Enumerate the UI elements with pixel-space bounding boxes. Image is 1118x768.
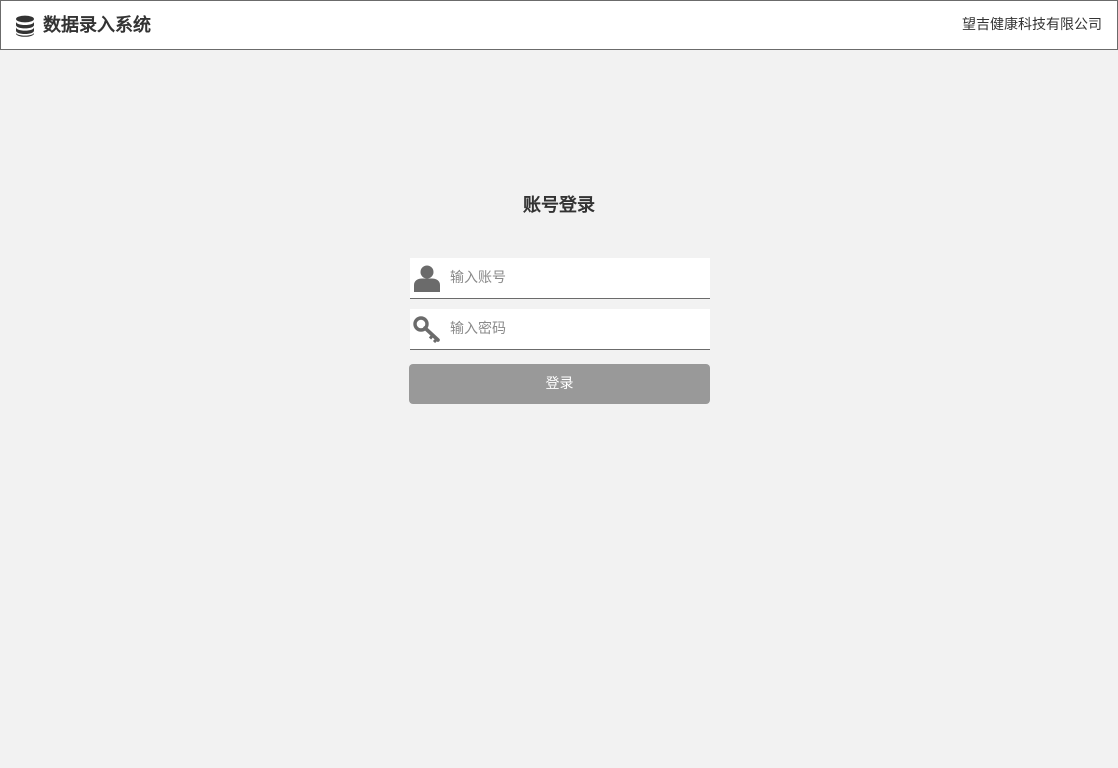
- login-title: 账号登录: [523, 195, 595, 216]
- password-field: [410, 309, 710, 350]
- password-input[interactable]: [450, 309, 705, 349]
- account-field: [410, 258, 710, 299]
- database-icon: [15, 15, 35, 37]
- app-title: 数据录入系统: [43, 15, 151, 36]
- key-icon: [413, 315, 441, 343]
- account-input[interactable]: [450, 258, 705, 298]
- brand: 数据录入系统: [15, 13, 151, 39]
- company-name: 望吉健康科技有限公司: [962, 17, 1102, 33]
- login-button[interactable]: 登录: [409, 364, 710, 404]
- user-icon: [413, 264, 441, 292]
- top-header: 数据录入系统 望吉健康科技有限公司: [0, 0, 1118, 50]
